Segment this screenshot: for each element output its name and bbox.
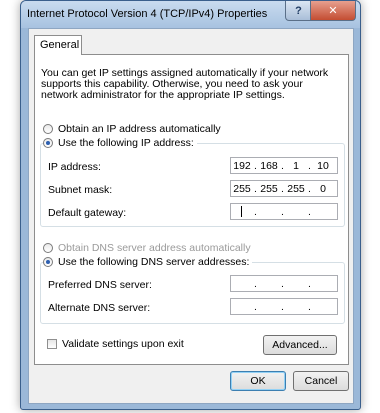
default-gateway-label: Default gateway:: [48, 207, 127, 219]
alternate-dns-input[interactable]: . . .: [230, 298, 338, 315]
obtain-ip-auto-radio[interactable]: Obtain an IP address automatically: [43, 123, 221, 135]
tab-general-label: General: [40, 39, 80, 51]
octet-3: 255: [287, 182, 305, 195]
alternate-dns-label: Alternate DNS server:: [48, 302, 151, 314]
text-caret: [241, 206, 242, 217]
default-gateway-input[interactable]: . . .: [230, 203, 338, 220]
octet-separator: .: [281, 205, 284, 218]
preferred-dns-label: Preferred DNS server:: [48, 279, 152, 291]
octet-separator: .: [281, 277, 284, 290]
advanced-button[interactable]: Advanced...: [263, 335, 337, 355]
subnet-mask-input[interactable]: 255. 255. 255. 0: [230, 180, 338, 197]
close-button[interactable]: ✕: [310, 1, 356, 21]
octet-4: 10: [317, 159, 329, 172]
octet-2: 168: [260, 159, 278, 172]
obtain-dns-auto-label: Obtain DNS server address automatically: [58, 242, 251, 254]
octet-separator: .: [254, 300, 257, 313]
ok-button[interactable]: OK: [230, 371, 286, 391]
ip-address-input[interactable]: 192. 168. 1. 10: [230, 157, 338, 174]
help-button[interactable]: ?: [285, 1, 312, 21]
octet-separator: .: [254, 277, 257, 290]
radio-indicator: [43, 257, 53, 267]
octet-1: 255: [233, 182, 251, 195]
octet-separator: .: [308, 277, 311, 290]
obtain-ip-auto-label: Obtain an IP address automatically: [58, 123, 221, 135]
subnet-mask-label: Subnet mask:: [48, 184, 113, 196]
octet-separator: .: [308, 205, 311, 218]
general-tab-panel: You can get IP settings assigned automat…: [34, 54, 349, 365]
ip-address-label: IP address:: [48, 161, 101, 173]
validate-settings-checkbox[interactable]: [47, 339, 57, 349]
tab-general[interactable]: General: [34, 35, 82, 55]
intro-text: You can get IP settings assigned automat…: [41, 67, 329, 101]
octet-separator: .: [308, 300, 311, 313]
cancel-button[interactable]: Cancel: [293, 371, 349, 391]
window-title: Internet Protocol Version 4 (TCP/IPv4) P…: [27, 8, 268, 20]
properties-dialog: Internet Protocol Version 4 (TCP/IPv4) P…: [20, 0, 361, 410]
dialog-body: General You can get IP settings assigned…: [28, 28, 354, 404]
preferred-dns-input[interactable]: . . .: [230, 275, 338, 292]
octet-1: 192: [233, 159, 251, 172]
octet-3: 1: [293, 159, 299, 172]
octet-separator: .: [281, 300, 284, 313]
radio-indicator: [43, 243, 53, 253]
radio-indicator: [43, 138, 53, 148]
octet-separator: .: [254, 205, 257, 218]
validate-settings-label: Validate settings upon exit: [62, 338, 184, 350]
title-bar[interactable]: Internet Protocol Version 4 (TCP/IPv4) P…: [21, 1, 360, 28]
octet-2: 255: [260, 182, 278, 195]
obtain-dns-auto-radio[interactable]: Obtain DNS server address automatically: [43, 242, 251, 254]
octet-4: 0: [320, 182, 326, 195]
use-following-dns-label: Use the following DNS server addresses:: [58, 256, 250, 268]
use-following-ip-radio[interactable]: Use the following IP address:: [43, 137, 197, 149]
radio-indicator: [43, 124, 53, 134]
use-following-dns-radio[interactable]: Use the following DNS server addresses:: [43, 256, 253, 268]
use-following-ip-label: Use the following IP address:: [58, 137, 194, 149]
